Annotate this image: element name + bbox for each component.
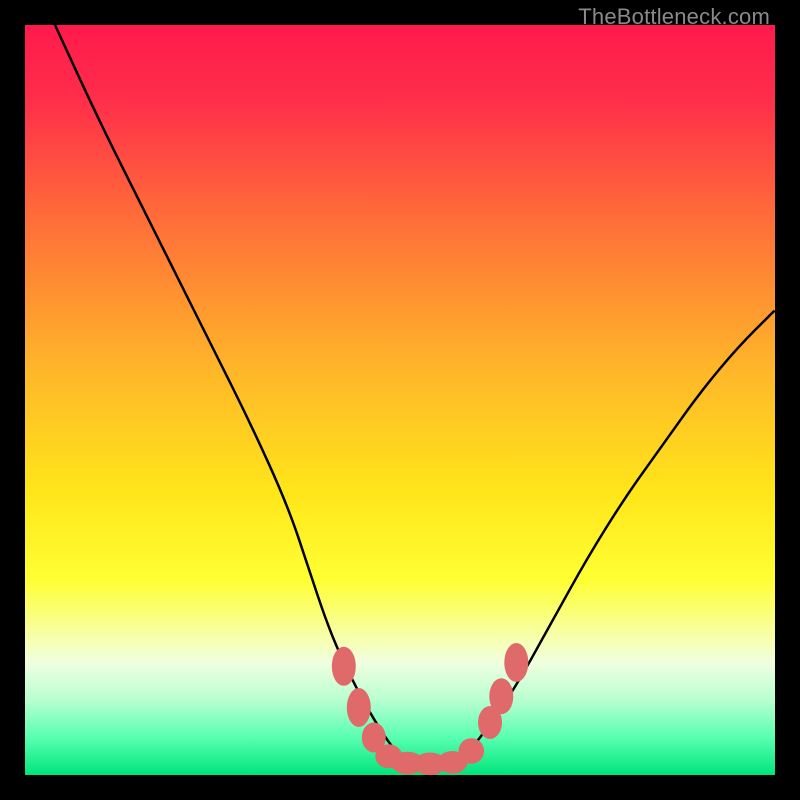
watermark-text: TheBottleneck.com	[578, 4, 770, 30]
chart-frame	[25, 25, 775, 775]
background-gradient	[25, 25, 775, 775]
gradient-rect	[25, 25, 775, 775]
